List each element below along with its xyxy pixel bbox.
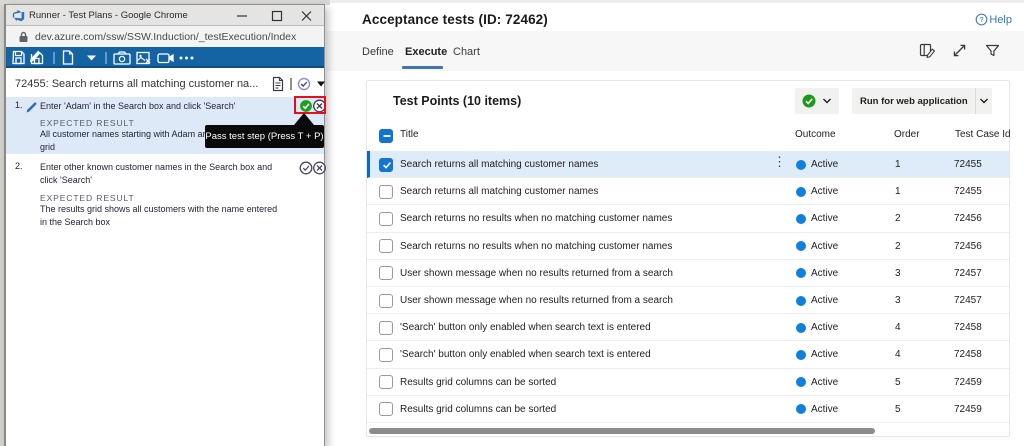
svg-text:?: ? (980, 15, 984, 24)
